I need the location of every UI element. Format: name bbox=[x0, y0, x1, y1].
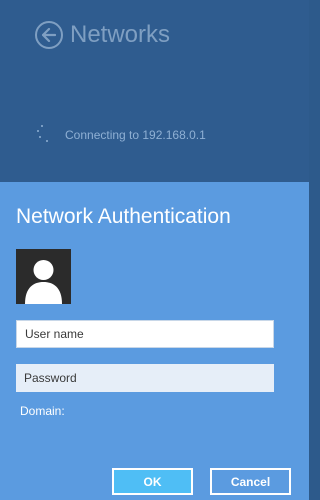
user-silhouette-icon bbox=[25, 260, 62, 304]
cancel-button[interactable]: Cancel bbox=[210, 468, 291, 495]
loading-spinner-icon bbox=[37, 125, 55, 145]
domain-label: Domain: bbox=[20, 404, 65, 418]
networks-pane: Networks Connecting to 192.168.0.1 bbox=[0, 0, 309, 182]
ok-button[interactable]: OK bbox=[112, 468, 193, 495]
username-field[interactable] bbox=[16, 320, 274, 348]
password-field[interactable] bbox=[16, 364, 274, 392]
page-title: Networks bbox=[70, 21, 171, 48]
connection-status-text: Connecting to 192.168.0.1 bbox=[65, 128, 206, 142]
back-button[interactable] bbox=[35, 21, 63, 49]
back-arrow-icon bbox=[42, 28, 56, 42]
user-avatar-icon bbox=[16, 249, 71, 304]
auth-title: Network Authentication bbox=[16, 205, 231, 228]
